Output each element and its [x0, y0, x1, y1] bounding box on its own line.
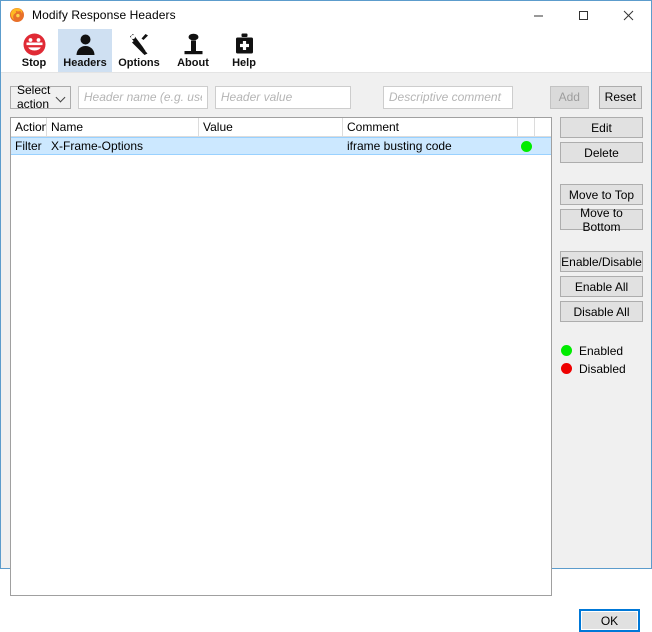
reset-button[interactable]: Reset	[598, 85, 642, 109]
cell-action: Filter	[15, 139, 42, 153]
add-button[interactable]: Add	[549, 85, 589, 109]
toolbar-item-options[interactable]: Options	[112, 29, 166, 72]
chevron-down-icon	[57, 93, 66, 102]
delete-button[interactable]: Delete	[560, 142, 643, 163]
column-header-status[interactable]	[518, 118, 535, 136]
column-header-name[interactable]: Name	[47, 118, 199, 136]
app-window: Modify Response Headers Stop Headers Opt…	[0, 0, 652, 632]
entry-row: Select action Add Reset	[10, 83, 642, 111]
column-header-extra[interactable]	[535, 118, 550, 136]
status-dot-enabled	[521, 140, 532, 152]
toolbar-item-help[interactable]: Help	[220, 29, 268, 72]
cell-status	[518, 140, 535, 152]
edit-button[interactable]: Edit	[560, 117, 643, 138]
status-legend: Enabled Disabled	[560, 342, 643, 377]
cell-name: X-Frame-Options	[51, 139, 144, 153]
legend-disabled-label: Disabled	[579, 361, 626, 376]
firefox-icon	[9, 7, 25, 23]
legend-dot-disabled-icon	[561, 363, 572, 374]
header-name-input[interactable]	[77, 85, 208, 109]
column-header-value[interactable]: Value	[199, 118, 343, 136]
select-action-dropdown[interactable]: Select action	[10, 83, 71, 111]
toolbar-label-options: Options	[118, 57, 160, 69]
enable-disable-button[interactable]: Enable/Disable	[560, 251, 643, 272]
toolbar-label-about: About	[177, 57, 209, 69]
comment-input[interactable]	[382, 85, 513, 109]
move-to-bottom-button[interactable]: Move to Bottom	[560, 206, 643, 234]
header-value-input[interactable]	[214, 85, 351, 109]
toolbar: Stop Headers Options About Help	[1, 29, 651, 73]
toolbar-item-headers[interactable]: Headers	[58, 29, 112, 72]
first-aid-kit-icon	[232, 31, 257, 57]
table-row[interactable]: Filter X-Frame-Options iframe busting co…	[11, 137, 551, 155]
person-icon	[73, 31, 98, 57]
legend-enabled-label: Enabled	[579, 343, 624, 358]
maximize-icon[interactable]	[561, 1, 606, 29]
close-icon[interactable]	[606, 1, 651, 29]
column-header-action[interactable]: Action	[11, 118, 47, 136]
window-controls	[516, 1, 651, 29]
toolbar-label-headers: Headers	[63, 57, 107, 69]
window-title: Modify Response Headers	[32, 8, 176, 22]
legend-enabled: Enabled	[560, 342, 643, 359]
title-bar: Modify Response Headers	[1, 1, 651, 29]
legend-disabled: Disabled	[560, 360, 643, 377]
select-action-value: Select action	[17, 83, 51, 111]
toolbar-label-help: Help	[232, 57, 256, 69]
toolbar-item-stop[interactable]: Stop	[10, 29, 58, 72]
enable-all-button[interactable]: Enable All	[560, 276, 643, 297]
list-header-row: Action Name Value Comment	[11, 118, 551, 137]
headers-list: Action Name Value Comment Filter X-Frame…	[10, 117, 552, 596]
info-icon	[181, 31, 206, 57]
toolbar-label-stop: Stop	[21, 57, 47, 69]
side-button-panel: Edit Delete Move to Top Move to Bottom E…	[560, 117, 643, 378]
legend-dot-enabled-icon	[561, 345, 572, 356]
ok-button[interactable]: OK	[581, 611, 638, 630]
toolbar-item-about[interactable]: About	[166, 29, 220, 72]
move-to-top-button[interactable]: Move to Top	[560, 184, 643, 205]
column-header-comment[interactable]: Comment	[343, 118, 518, 136]
disable-all-button[interactable]: Disable All	[560, 301, 643, 322]
stop-face-icon	[22, 31, 47, 57]
minimize-icon[interactable]	[516, 1, 561, 29]
client-area: Select action Add Reset Action Name Valu…	[1, 73, 651, 632]
cell-comment: iframe busting code	[347, 139, 452, 153]
tools-wrench-icon	[127, 31, 152, 57]
ok-button-focus-ring: OK	[579, 609, 640, 632]
